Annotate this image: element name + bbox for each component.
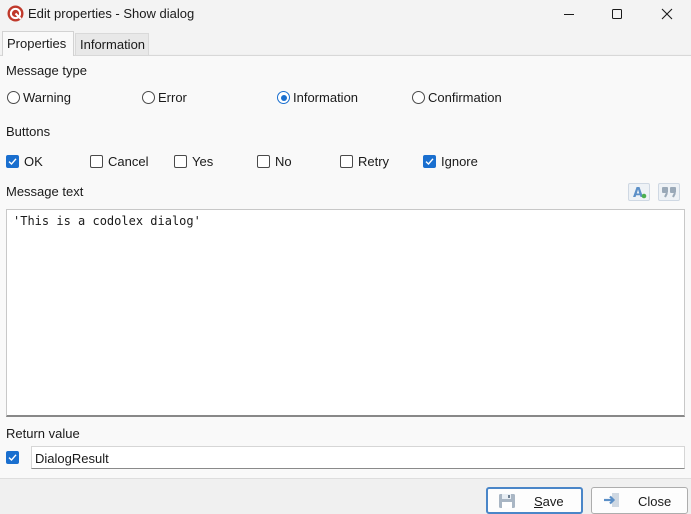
checkbox-label: Retry [358, 154, 390, 169]
checkbox-ok[interactable]: OK [6, 154, 43, 169]
checkmark-icon [8, 454, 17, 462]
message-text-editor[interactable]: 'This is a codolex dialog' [6, 209, 685, 417]
codolex-logo-icon [7, 5, 24, 22]
minimize-icon [564, 14, 574, 15]
radio-label: Information [293, 90, 359, 105]
message-type-label: Message type [6, 63, 87, 78]
radio-circle [142, 91, 155, 104]
footer-bar [0, 478, 691, 514]
checkbox-unchecked [174, 155, 187, 168]
checkbox-checked [6, 451, 19, 464]
radio-label: Confirmation [428, 90, 502, 105]
checkbox-label: Ignore [441, 154, 478, 169]
title-bar: Edit properties - Show dialog [0, 0, 691, 28]
checkmark-icon [8, 158, 17, 166]
save-button[interactable]: Save [486, 487, 583, 514]
maximize-icon [612, 9, 622, 19]
checkbox-label: OK [24, 154, 43, 169]
return-value-input[interactable]: DialogResult [31, 446, 685, 469]
expression-editor-button[interactable]: A [628, 183, 650, 201]
radio-circle [7, 91, 20, 104]
checkbox-label: Yes [192, 154, 214, 169]
message-text-label: Message text [6, 184, 84, 199]
close-label: Close [638, 494, 672, 509]
svg-text:A: A [633, 186, 643, 199]
save-label: Save [534, 494, 564, 509]
checkbox-retry[interactable]: Retry [340, 154, 389, 169]
return-value-label: Return value [6, 426, 80, 441]
radio-circle-selected [277, 91, 290, 104]
close-window-button[interactable] [644, 0, 690, 28]
maximize-button[interactable] [594, 0, 640, 28]
radio-information[interactable]: Information [277, 90, 358, 105]
radio-label: Warning [23, 90, 71, 105]
window-title: Edit properties - Show dialog [28, 6, 195, 21]
checkbox-label: Cancel [108, 154, 149, 169]
quote-button[interactable] [658, 183, 680, 201]
tab-information[interactable]: Information [75, 33, 149, 55]
expression-editor-icon: A [633, 186, 647, 199]
close-button[interactable]: Close [591, 487, 688, 514]
checkmark-icon [425, 158, 434, 166]
minimize-button[interactable] [546, 0, 592, 28]
radio-error[interactable]: Error [142, 90, 187, 105]
return-value-checkbox[interactable] [6, 451, 24, 464]
radio-confirmation[interactable]: Confirmation [412, 90, 502, 105]
radio-label: Error [158, 90, 187, 105]
checkbox-ignore[interactable]: Ignore [423, 154, 478, 169]
checkbox-unchecked [90, 155, 103, 168]
checkbox-no[interactable]: No [257, 154, 292, 169]
quote-icon [662, 187, 676, 198]
tab-properties[interactable]: Properties [2, 31, 74, 56]
checkbox-checked [6, 155, 19, 168]
buttons-label: Buttons [6, 124, 51, 139]
floppy-disk-icon [499, 494, 515, 508]
checkbox-yes[interactable]: Yes [174, 154, 213, 169]
exit-arrow-icon [604, 493, 619, 507]
checkbox-unchecked [340, 155, 353, 168]
checkbox-unchecked [257, 155, 270, 168]
radio-circle [412, 91, 425, 104]
checkbox-cancel[interactable]: Cancel [90, 154, 148, 169]
close-icon [661, 8, 673, 20]
checkbox-checked [423, 155, 436, 168]
checkbox-label: No [275, 154, 292, 169]
radio-warning[interactable]: Warning [7, 90, 71, 105]
